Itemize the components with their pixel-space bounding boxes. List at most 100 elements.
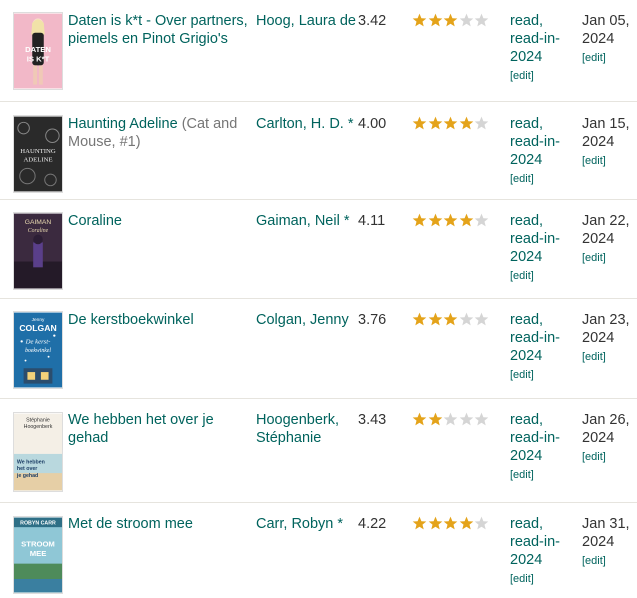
book-title-link[interactable]: We hebben het over je gehad (68, 411, 253, 447)
star-icon[interactable] (428, 312, 443, 327)
star-icon[interactable] (443, 412, 458, 427)
cover-text: boekwinkel (25, 348, 51, 354)
book-cover[interactable]: ROBYN CARR STROOM MEE (13, 516, 63, 594)
book-title-link[interactable]: De kerstboekwinkel (68, 311, 253, 329)
my-rating-stars[interactable] (412, 115, 490, 133)
shelves-links[interactable]: read, read-in-2024 (510, 116, 560, 168)
my-rating-stars[interactable] (412, 311, 490, 329)
book-title[interactable]: Coraline (68, 213, 122, 229)
star-icon[interactable] (443, 116, 458, 131)
star-icon[interactable] (474, 13, 489, 28)
book-cover[interactable]: HAUNTING ADELINE (13, 115, 63, 193)
star-icon[interactable] (474, 312, 489, 327)
star-icon[interactable] (428, 116, 443, 131)
cover-text: ADELINE (23, 157, 52, 164)
author-link[interactable]: Colgan, Jenny (256, 311, 356, 329)
book-title-link[interactable]: Haunting Adeline (Cat and Mouse, #1) (68, 115, 253, 151)
shelves-edit-link[interactable]: [edit] (510, 368, 580, 382)
date-read-cell: Jan 23, 2024 [edit] (582, 311, 634, 364)
star-icon[interactable] (428, 412, 443, 427)
star-icon[interactable] (459, 116, 474, 131)
star-icon[interactable] (459, 13, 474, 28)
shelves-edit-link[interactable]: [edit] (510, 572, 580, 586)
author-link[interactable]: Carr, Robyn * (256, 515, 356, 533)
cover-text: HAUNTING (20, 148, 56, 155)
book-title-link[interactable]: Met de stroom mee (68, 515, 253, 533)
star-icon[interactable] (474, 516, 489, 531)
cover-image: GAIMAN Coraline (14, 213, 62, 289)
star-icon[interactable] (443, 516, 458, 531)
my-rating-stars[interactable] (412, 515, 490, 533)
shelves-edit-link[interactable]: [edit] (510, 269, 580, 283)
book-title-link[interactable]: Coraline (68, 212, 253, 230)
shelves-cell: read, read-in-2024 [edit] (510, 12, 580, 83)
star-icon[interactable] (443, 312, 458, 327)
shelves-links[interactable]: read, read-in-2024 (510, 516, 560, 568)
shelves-cell: read, read-in-2024 [edit] (510, 212, 580, 283)
date-edit-link[interactable]: [edit] (582, 450, 634, 464)
author-link[interactable]: Hoog, Laura de (256, 12, 356, 30)
star-icon[interactable] (443, 13, 458, 28)
date-read: Jan 26, 2024 (582, 412, 630, 446)
book-title-link[interactable]: Daten is k*t - Over partners, piemels en… (68, 12, 253, 48)
shelves-links[interactable]: read, read-in-2024 (510, 13, 560, 65)
star-icon[interactable] (428, 213, 443, 228)
author-link[interactable]: Gaiman, Neil * (256, 212, 356, 230)
date-edit-link[interactable]: [edit] (582, 554, 634, 568)
star-icon[interactable] (412, 516, 427, 531)
my-rating-stars[interactable] (412, 12, 490, 30)
star-icon[interactable] (459, 213, 474, 228)
star-icon[interactable] (428, 13, 443, 28)
book-cover[interactable]: GAIMAN Coraline (13, 212, 63, 290)
shelves-edit-link[interactable]: [edit] (510, 172, 580, 186)
star-icon[interactable] (474, 412, 489, 427)
star-icon[interactable] (474, 213, 489, 228)
shelves-edit-link[interactable]: [edit] (510, 468, 580, 482)
book-title[interactable]: Haunting Adeline (68, 116, 178, 132)
book-title[interactable]: Met de stroom mee (68, 516, 193, 532)
author-link[interactable]: Hoogenberk, Stéphanie (256, 411, 356, 447)
book-title[interactable]: Daten is k*t - Over partners, piemels en… (68, 13, 248, 47)
table-row: Stéphanie Hoogenberk We hebben het over … (0, 399, 637, 503)
avg-rating: 3.76 (358, 312, 387, 328)
date-read: Jan 23, 2024 (582, 312, 630, 346)
shelves-edit-link[interactable]: [edit] (510, 69, 580, 83)
avg-rating: 4.11 (358, 213, 386, 229)
book-cover[interactable]: DATEN IS K*T (13, 12, 63, 90)
date-edit-link[interactable]: [edit] (582, 154, 634, 168)
date-read-cell: Jan 22, 2024 [edit] (582, 212, 634, 265)
date-read: Jan 05, 2024 (582, 13, 630, 47)
date-edit-link[interactable]: [edit] (582, 251, 634, 265)
cover-text: Hoogenberk (24, 424, 53, 430)
star-icon[interactable] (474, 116, 489, 131)
book-cover[interactable]: Stéphanie Hoogenberk We hebben het over … (13, 412, 63, 492)
star-icon[interactable] (443, 213, 458, 228)
shelves-links[interactable]: read, read-in-2024 (510, 412, 560, 464)
cover-text: het over (17, 466, 37, 472)
author-link[interactable]: Carlton, H. D. * (256, 115, 356, 133)
star-icon[interactable] (412, 312, 427, 327)
shelves-links[interactable]: read, read-in-2024 (510, 213, 560, 265)
star-icon[interactable] (459, 412, 474, 427)
star-icon[interactable] (412, 13, 427, 28)
shelves-links[interactable]: read, read-in-2024 (510, 312, 560, 364)
cover-text: COLGAN (19, 323, 56, 333)
cover-text: je gehad (16, 473, 38, 479)
cover-text: DATEN (25, 45, 51, 54)
book-title[interactable]: We hebben het over je gehad (68, 412, 214, 446)
my-rating-stars[interactable] (412, 212, 490, 230)
my-rating-stars[interactable] (412, 411, 490, 429)
star-icon[interactable] (428, 516, 443, 531)
date-read-cell: Jan 15, 2024 [edit] (582, 115, 634, 168)
star-icon[interactable] (412, 213, 427, 228)
star-icon[interactable] (459, 516, 474, 531)
star-icon[interactable] (412, 116, 427, 131)
star-icon[interactable] (459, 312, 474, 327)
date-edit-link[interactable]: [edit] (582, 350, 634, 364)
book-cover[interactable]: Jenny COLGAN De kerst- boekwinkel (13, 311, 63, 389)
cover-text: STROOM (21, 539, 55, 548)
star-icon[interactable] (412, 412, 427, 427)
date-edit-link[interactable]: [edit] (582, 51, 634, 65)
cover-text: ROBYN CARR (20, 520, 56, 526)
book-title[interactable]: De kerstboekwinkel (68, 312, 194, 328)
